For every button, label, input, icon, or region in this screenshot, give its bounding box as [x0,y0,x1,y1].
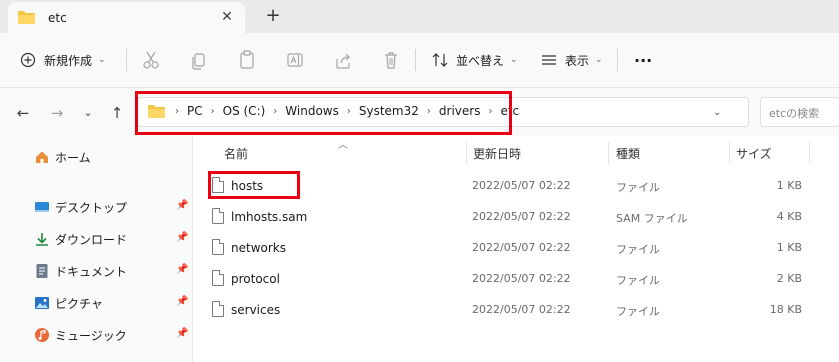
home-icon [34,149,50,165]
navigation-pane: ホーム デスクトップ 📌 ダウンロード 📌 ドキュメント 📌 ピクチャ 📌 ミュ… [0,136,192,362]
pin-icon[interactable]: 📌 [176,264,188,275]
file-size: 18 KB [769,303,802,316]
column-header-size[interactable]: サイズ [736,145,772,162]
new-tab-button[interactable]: + [263,6,283,26]
file-type: ファイル [616,305,660,318]
address-highlight-box [135,91,512,135]
column-divider[interactable] [466,142,467,164]
sort-ascending-icon: ︿ [338,140,348,151]
delete-icon[interactable] [382,47,400,73]
tab-title: etc [48,10,67,25]
toolbar-divider [617,49,618,71]
desktop-icon [34,199,50,215]
sidebar-item-label: ダウンロード [55,232,128,247]
sidebar-item-label: ドキュメント [55,264,128,279]
sidebar-item-label: デスクトップ [55,200,128,215]
sidebar-item-label: ホーム [55,150,91,165]
share-icon[interactable] [334,47,352,73]
folder-icon [18,11,35,24]
music-icon [34,327,50,343]
more-options-button[interactable]: ··· [634,47,652,73]
pin-icon[interactable]: 📌 [176,232,188,243]
sidebar-item-pictures[interactable]: ピクチャ [34,292,103,314]
search-input[interactable]: etcの検索 [760,97,839,127]
pin-icon[interactable]: 📌 [176,296,188,307]
sidebar-item-documents[interactable]: ドキュメント [34,260,127,282]
file-size: 4 KB [776,210,802,223]
view-button-label: 表示 [565,53,590,68]
file-size: 2 KB [776,272,802,285]
file-date: 2022/05/07 02:22 [472,303,571,316]
up-arrow-icon[interactable]: ↑ [108,104,126,122]
file-size: 1 KB [776,241,802,254]
pin-icon[interactable]: 📌 [176,200,188,211]
plus-circle-icon [20,52,36,68]
forward-arrow-icon[interactable]: → [48,104,66,122]
file-name: lmhosts.sam [231,210,308,224]
address-row: ← → ⌄ ↑ › PC › OS (C:) › Windows › Syste… [0,88,839,136]
toolbar-divider [415,49,416,71]
file-size: 1 KB [776,179,802,192]
file-date: 2022/05/07 02:22 [472,241,571,254]
column-header-date[interactable]: 更新日時 [473,145,521,162]
back-arrow-icon[interactable]: ← [14,104,32,122]
tab-strip: etc ✕ + [0,0,839,33]
copy-icon[interactable] [190,47,208,73]
sort-icon [432,53,448,67]
tab-close-icon[interactable]: ✕ [219,9,235,25]
sidebar-item-music[interactable]: ミュージック [34,324,127,346]
cut-icon[interactable] [142,47,160,73]
file-row-networks[interactable]: networks 2022/05/07 02:22 ファイル 1 KB [207,233,807,263]
view-list-icon [542,55,556,65]
rename-icon[interactable] [286,47,304,73]
sidebar-item-desktop[interactable]: デスクトップ [34,196,127,218]
file-row-lmhosts[interactable]: lmhosts.sam 2022/05/07 02:22 SAM ファイル 4 … [207,202,807,232]
column-divider[interactable] [809,142,810,164]
recent-locations-chevron-icon[interactable]: ⌄ [79,104,97,122]
sidebar-item-label: ピクチャ [55,296,103,311]
file-icon [212,270,224,286]
chevron-down-icon: ⌄ [98,55,106,65]
file-date: 2022/05/07 02:22 [472,272,571,285]
sidebar-item-home[interactable]: ホーム [34,146,91,168]
file-row-services[interactable]: services 2022/05/07 02:22 ファイル 18 KB [207,295,807,325]
chevron-down-icon: ⌄ [595,55,603,65]
file-icon [212,239,224,255]
file-list: ︿ 名前 更新日時 種類 サイズ hosts 2022/05/07 02:22 … [193,136,839,362]
toolbar-divider [126,49,127,71]
file-type: ファイル [616,274,660,287]
command-bar: 新規作成 ⌄ 並べ替え ⌄ 表示 ⌄ ··· [0,33,839,88]
file-type: SAM ファイル [616,212,688,225]
tab-etc[interactable]: etc ✕ [8,2,245,33]
new-button[interactable]: 新規作成 ⌄ [20,47,106,73]
file-date: 2022/05/07 02:22 [472,210,571,223]
file-name: networks [231,241,286,255]
pictures-icon [34,295,50,311]
column-divider[interactable] [608,142,609,164]
file-type: ファイル [616,243,660,256]
address-history-chevron-icon[interactable]: ⌄ [713,107,721,118]
file-date: 2022/05/07 02:22 [472,179,571,192]
file-type: ファイル [616,181,660,194]
column-header-type[interactable]: 種類 [616,145,640,162]
sort-button[interactable]: 並べ替え ⌄ [432,47,518,73]
file-name: protocol [231,272,280,286]
new-button-label: 新規作成 [44,53,93,68]
pin-icon[interactable]: 📌 [176,328,188,339]
sidebar-item-downloads[interactable]: ダウンロード [34,228,127,250]
download-icon [34,231,50,247]
file-name: services [231,303,281,317]
column-header-name[interactable]: 名前 [224,145,248,162]
column-divider[interactable] [729,142,730,164]
chevron-down-icon: ⌄ [510,55,518,65]
file-icon [212,208,224,224]
sort-button-label: 並べ替え [456,53,505,68]
hosts-highlight-box [208,171,300,199]
file-row-protocol[interactable]: protocol 2022/05/07 02:22 ファイル 2 KB [207,264,807,294]
view-button[interactable]: 表示 ⌄ [541,47,603,73]
paste-icon[interactable] [238,47,256,73]
file-icon [212,301,224,317]
document-icon [34,263,50,279]
sidebar-item-label: ミュージック [55,328,127,343]
